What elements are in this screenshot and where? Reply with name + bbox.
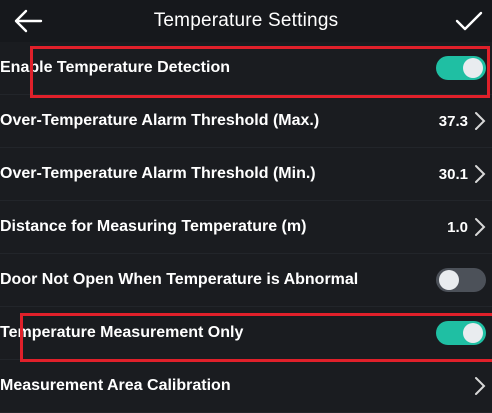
chevron-right-icon [475, 112, 486, 130]
setting-value: 1.0 [447, 218, 468, 236]
setting-value: 30.1 [438, 165, 468, 183]
setting-label: Over-Temperature Alarm Threshold (Max.) [0, 112, 320, 129]
setting-row-alarm-threshold-max[interactable]: Over-Temperature Alarm Threshold (Max.) … [0, 95, 492, 148]
setting-label: Temperature Measurement Only [0, 324, 244, 341]
door-not-open-toggle[interactable] [436, 268, 486, 292]
toggle-knob [463, 323, 483, 343]
enable-temperature-detection-toggle[interactable] [436, 56, 486, 80]
setting-row-door-not-open[interactable]: Door Not Open When Temperature is Abnorm… [0, 254, 492, 307]
setting-label: Measurement Area Calibration [0, 377, 231, 394]
setting-row-temperature-measurement-only[interactable]: Temperature Measurement Only [0, 307, 492, 360]
setting-value: 37.3 [438, 112, 468, 130]
toggle-knob [439, 270, 459, 290]
toggle-knob [463, 58, 483, 78]
page-title: Temperature Settings [153, 10, 339, 31]
setting-row-alarm-threshold-min[interactable]: Over-Temperature Alarm Threshold (Min.) … [0, 148, 492, 201]
checkmark-icon [455, 11, 483, 31]
confirm-button[interactable] [452, 6, 486, 36]
settings-list: Enable Temperature Detection Over-Temper… [0, 42, 492, 413]
setting-label: Door Not Open When Temperature is Abnorm… [0, 271, 359, 288]
chevron-right-icon [475, 165, 486, 183]
chevron-right-icon [475, 377, 486, 395]
setting-label: Over-Temperature Alarm Threshold (Min.) [0, 165, 316, 182]
setting-row-measurement-area-calibration[interactable]: Measurement Area Calibration [0, 360, 492, 413]
setting-row-enable-temperature-detection[interactable]: Enable Temperature Detection [0, 42, 492, 95]
chevron-right-icon [475, 218, 486, 236]
setting-label: Distance for Measuring Temperature (m) [0, 218, 307, 235]
header-bar: Temperature Settings [0, 0, 492, 42]
setting-label: Enable Temperature Detection [0, 59, 230, 76]
setting-row-measuring-distance[interactable]: Distance for Measuring Temperature (m) 1… [0, 201, 492, 254]
temperature-measurement-only-toggle[interactable] [436, 321, 486, 345]
